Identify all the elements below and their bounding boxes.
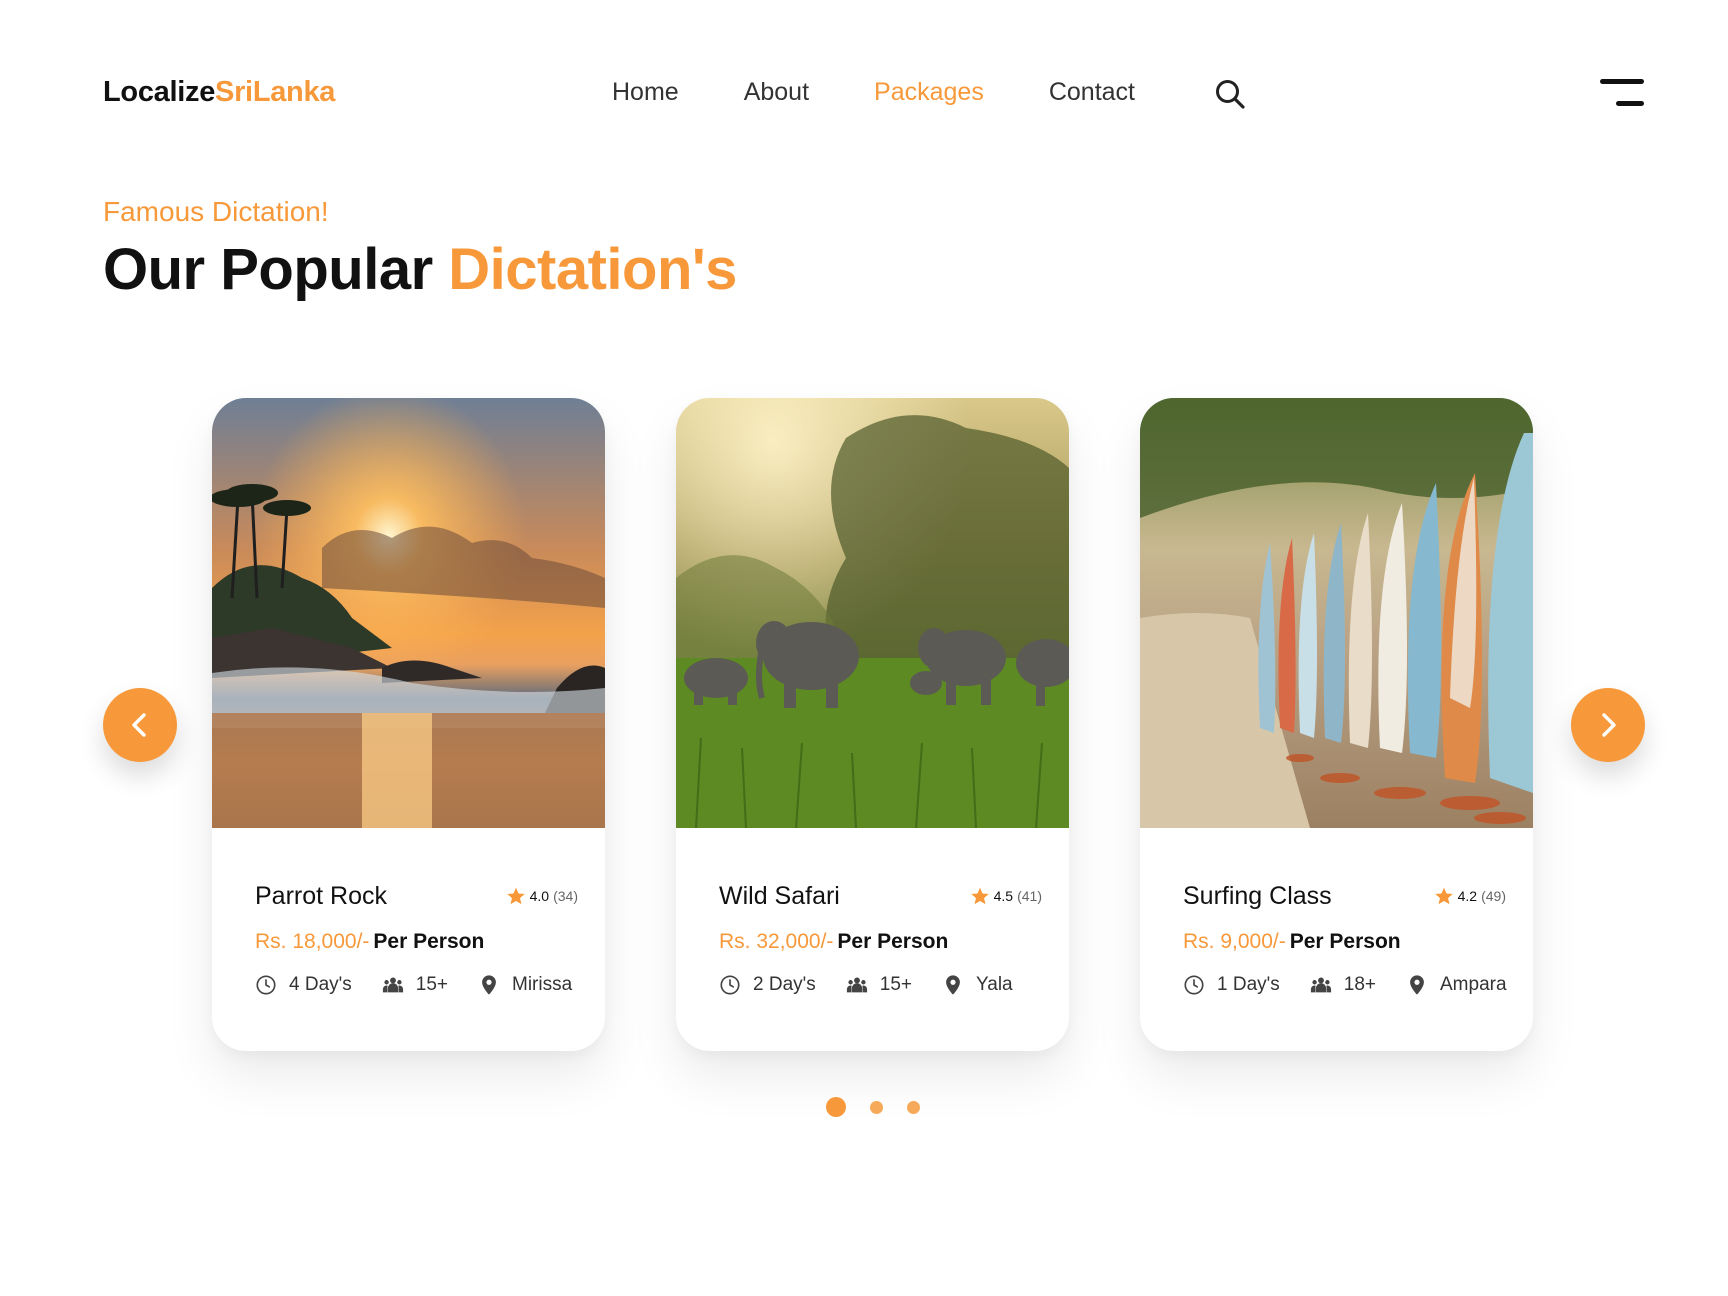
menu-line <box>1616 101 1644 106</box>
clock-icon <box>256 975 276 995</box>
chevron-right-icon <box>1602 713 1616 737</box>
duration: 2 Day's <box>719 974 816 996</box>
card-title: Wild Safari <box>719 882 840 910</box>
group-icon <box>382 977 403 993</box>
nav-packages[interactable]: Packages <box>874 78 984 107</box>
group-text: 15+ <box>879 974 912 995</box>
star-icon <box>506 887 525 905</box>
brand-logo[interactable]: LocalizeSriLanka <box>103 76 335 109</box>
surfboards-beach-photo <box>1140 398 1533 828</box>
location: Mirissa <box>478 974 572 996</box>
carousel-pagination <box>826 1097 944 1117</box>
search-icon[interactable] <box>1214 78 1246 110</box>
group-size: 15+ <box>846 974 912 996</box>
card-rating: 4.0 (34) <box>506 886 578 906</box>
card-meta: 2 Day's 15+ Yala <box>719 974 1013 996</box>
card-price: Rs. 32,000/- Per Person <box>719 930 948 954</box>
location-text: Mirissa <box>512 974 573 995</box>
rating-value: 4.0 <box>529 888 550 904</box>
star-icon <box>970 887 989 905</box>
group-icon <box>846 977 867 993</box>
location-text: Yala <box>976 974 1013 995</box>
section-title: Our Popular Dictation's <box>103 236 737 303</box>
brand-part1: Localize <box>103 76 216 108</box>
review-count: (34) <box>553 888 578 904</box>
elephants-grassland-photo <box>676 398 1069 828</box>
card-meta: 1 Day's 18+ Ampara <box>1183 974 1507 996</box>
menu-line <box>1600 79 1644 84</box>
nav-contact[interactable]: Contact <box>1049 78 1135 107</box>
package-card[interactable]: Parrot Rock 4.0 (34) Rs. 18,000/- Per Per… <box>212 398 605 1051</box>
pagination-dot-active[interactable] <box>826 1097 846 1117</box>
price-unit: Per Person <box>1289 930 1401 953</box>
card-price: Rs. 9,000/- Per Person <box>1183 930 1401 954</box>
card-meta: 4 Day's 15+ Mirissa <box>255 974 572 996</box>
rating-value: 4.5 <box>993 888 1014 904</box>
location-pin-icon <box>946 975 960 995</box>
rating-value: 4.2 <box>1457 888 1478 904</box>
brand-part2: SriLanka <box>215 76 336 108</box>
card-rating: 4.5 (41) <box>970 886 1042 906</box>
duration-text: 1 Day's <box>1217 974 1280 995</box>
duration-text: 2 Day's <box>753 974 816 995</box>
package-card[interactable]: Surfing Class 4.2 (49) Rs. 9,000/- Per Pe… <box>1140 398 1533 1051</box>
card-rating: 4.2 (49) <box>1434 886 1506 906</box>
menu-icon[interactable] <box>1600 79 1644 111</box>
location-text: Ampara <box>1440 974 1507 995</box>
card-title: Surfing Class <box>1183 882 1332 910</box>
card-title: Parrot Rock <box>255 882 387 910</box>
location-pin-icon <box>482 975 496 995</box>
star-icon <box>1434 887 1453 905</box>
sunset-beach-photo <box>212 398 605 828</box>
group-icon <box>1310 977 1331 993</box>
duration-text: 4 Day's <box>289 974 352 995</box>
carousel-prev-button[interactable] <box>103 688 177 762</box>
price-unit: Per Person <box>373 930 485 953</box>
location-pin-icon <box>1410 975 1424 995</box>
nav-home[interactable]: Home <box>612 78 679 107</box>
main-nav: Home About Packages Contact <box>612 78 1200 107</box>
price-value: Rs. 9,000/- <box>1183 930 1286 953</box>
group-text: 15+ <box>415 974 448 995</box>
location: Ampara <box>1406 974 1507 996</box>
clock-icon <box>720 975 740 995</box>
price-value: Rs. 18,000/- <box>255 930 370 953</box>
group-size: 15+ <box>382 974 448 996</box>
duration: 4 Day's <box>255 974 352 996</box>
review-count: (41) <box>1017 888 1042 904</box>
review-count: (49) <box>1481 888 1506 904</box>
pagination-dot[interactable] <box>870 1100 883 1114</box>
card-price: Rs. 18,000/- Per Person <box>255 930 484 954</box>
nav-about[interactable]: About <box>744 78 809 107</box>
title-highlight: Dictation's <box>448 237 737 302</box>
location: Yala <box>942 974 1013 996</box>
clock-icon <box>1184 975 1204 995</box>
price-value: Rs. 32,000/- <box>719 930 834 953</box>
title-plain: Our Popular <box>103 237 449 302</box>
package-card[interactable]: Wild Safari 4.5 (41) Rs. 32,000/- Per Per… <box>676 398 1069 1051</box>
carousel-next-button[interactable] <box>1571 688 1645 762</box>
price-unit: Per Person <box>837 930 949 953</box>
pagination-dot[interactable] <box>907 1100 920 1114</box>
section-eyebrow: Famous Dictation! <box>103 196 329 227</box>
duration: 1 Day's <box>1183 974 1280 996</box>
group-size: 18+ <box>1310 974 1376 996</box>
group-text: 18+ <box>1343 974 1376 995</box>
chevron-left-icon <box>132 713 146 737</box>
